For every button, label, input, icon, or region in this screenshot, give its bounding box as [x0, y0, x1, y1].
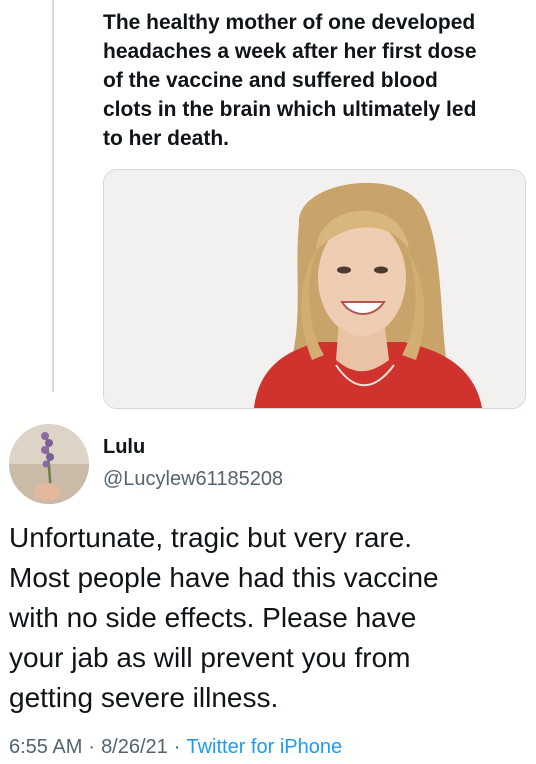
- lavender-avatar-image: [9, 424, 89, 504]
- thread-connector-line: [52, 0, 54, 392]
- quoted-tweet-text: The healthy mother of one developed head…: [103, 11, 477, 150]
- user-handle[interactable]: @Lucylew61185208: [103, 466, 283, 492]
- quoted-tweet-photo[interactable]: [103, 169, 526, 409]
- woman-portrait-image: [104, 170, 525, 408]
- tweet-text: Unfortunate, tragic but very rare. Most …: [9, 522, 439, 713]
- tweet-date[interactable]: 8/26/21: [101, 736, 168, 758]
- separator-dot: ·: [173, 736, 181, 758]
- display-name[interactable]: Lulu: [103, 434, 145, 460]
- separator-dot: ·: [88, 736, 96, 758]
- avatar[interactable]: [9, 424, 89, 504]
- tweet-time[interactable]: 6:55 AM: [9, 736, 82, 758]
- tweet-metadata: 6:55 AM · 8/26/21 · Twitter for iPhone: [9, 734, 342, 760]
- tweet-source-link[interactable]: Twitter for iPhone: [186, 736, 342, 758]
